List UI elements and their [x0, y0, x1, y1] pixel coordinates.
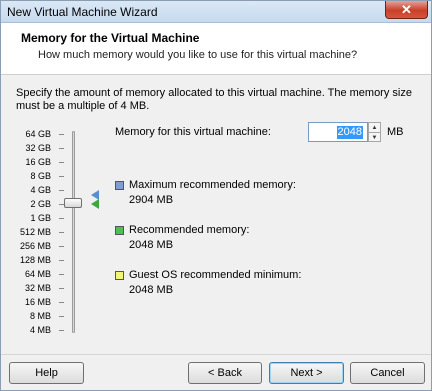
scale-label: 512 MB — [19, 227, 51, 237]
wizard-header: Memory for the Virtual Machine How much … — [1, 23, 431, 75]
scale-label: 1 GB — [30, 213, 51, 223]
next-button[interactable]: Next > — [269, 362, 344, 384]
legend-label: Recommended memory: — [129, 224, 250, 236]
window-title: New Virtual Machine Wizard — [7, 5, 158, 19]
title-bar: New Virtual Machine Wizard ✕ — [1, 1, 431, 23]
memory-input-value: 2048 — [336, 126, 363, 139]
scale-label: 4 MB — [29, 325, 51, 335]
back-button[interactable]: < Back — [188, 362, 262, 384]
tick — [59, 134, 64, 135]
minimum-swatch-icon — [115, 271, 124, 280]
tick — [59, 274, 64, 275]
scale-label: 32 GB — [25, 143, 51, 153]
memory-input[interactable]: 2048 — [308, 122, 368, 142]
page-title: Memory for the Virtual Machine — [21, 31, 200, 45]
memory-slider-thumb[interactable] — [64, 198, 82, 208]
scale-label: 256 MB — [19, 241, 51, 251]
scale-label: 2 GB — [30, 199, 51, 209]
tick — [59, 316, 64, 317]
legend-label: Maximum recommended memory: — [129, 179, 296, 191]
max-recommended-swatch-icon — [115, 181, 124, 190]
recommended-marker-icon — [91, 199, 99, 209]
tick — [59, 218, 64, 219]
chevron-down-icon[interactable]: ▼ — [369, 133, 380, 142]
tick — [59, 302, 64, 303]
tick — [59, 190, 64, 191]
tick — [59, 162, 64, 163]
help-button[interactable]: Help — [9, 362, 84, 384]
close-button[interactable]: ✕ — [385, 1, 428, 19]
memory-label: Memory for this virtual machine: — [115, 126, 271, 138]
tick — [59, 232, 64, 233]
memory-unit: MB — [387, 126, 404, 138]
tick — [59, 288, 64, 289]
close-icon: ✕ — [401, 1, 412, 17]
cancel-button[interactable]: Cancel — [350, 362, 425, 384]
legend-value: 2048 MB — [129, 284, 174, 296]
legend-value: 2048 MB — [129, 239, 174, 251]
tick — [59, 246, 64, 247]
scale-label: 128 MB — [19, 255, 51, 265]
scale-label: 8 MB — [29, 311, 51, 321]
recommended-swatch-icon — [115, 226, 124, 235]
wizard-window: New Virtual Machine Wizard ✕ Memory for … — [0, 0, 432, 391]
memory-spinner[interactable]: ▲ ▼ — [368, 122, 381, 142]
memory-slider-track[interactable] — [72, 131, 75, 333]
tick — [59, 260, 64, 261]
page-subtitle: How much memory would you like to use fo… — [38, 49, 358, 61]
scale-label: 64 GB — [25, 129, 51, 139]
scale-label: 8 GB — [30, 171, 51, 181]
scale-label: 4 GB — [30, 185, 51, 195]
tick — [59, 148, 64, 149]
memory-description: Specify the amount of memory allocated t… — [16, 87, 412, 112]
footer-divider — [1, 354, 431, 355]
tick — [59, 330, 64, 331]
scale-label: 64 MB — [24, 269, 51, 279]
legend-value: 2904 MB — [129, 194, 174, 206]
scale-label: 16 MB — [24, 297, 51, 307]
legend-label: Guest OS recommended minimum: — [129, 269, 302, 281]
scale-label: 16 GB — [25, 157, 51, 167]
scale-label: 32 MB — [24, 283, 51, 293]
tick — [59, 176, 64, 177]
chevron-up-icon[interactable]: ▲ — [369, 123, 380, 133]
